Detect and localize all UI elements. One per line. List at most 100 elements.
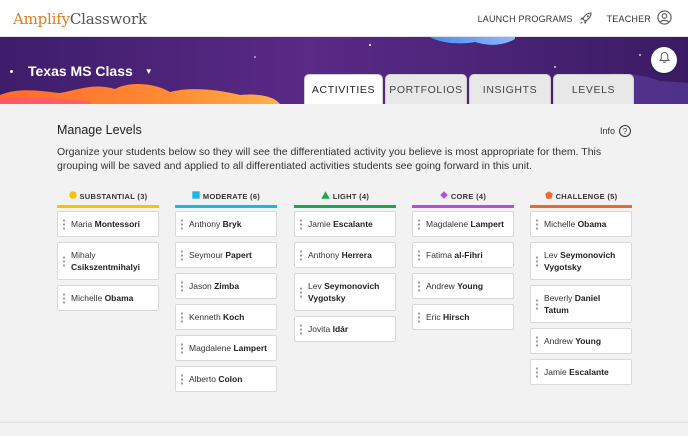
student-last-name: Papert — [225, 250, 252, 260]
student-first-name: Anthony — [308, 250, 340, 260]
student-first-name: Maria — [71, 219, 93, 229]
student-last-name: Herrera — [341, 250, 372, 260]
drag-handle-icon[interactable] — [63, 292, 65, 304]
student-first-name: Andrew — [426, 281, 455, 291]
student-card[interactable]: Lev Seymonovich Vygotsky — [530, 242, 632, 280]
student-first-name: Jamie — [308, 219, 331, 229]
drag-handle-icon[interactable] — [418, 218, 420, 230]
drag-handle-icon[interactable] — [418, 280, 420, 292]
student-last-name: Lampert — [233, 343, 267, 353]
student-card[interactable]: Michelle Obama — [530, 211, 632, 237]
help-circle-icon: ? — [619, 125, 631, 137]
student-card[interactable]: Alberto Colon — [175, 366, 277, 392]
student-last-name: Bryk — [222, 219, 242, 229]
student-card[interactable]: Jamie Escalante — [530, 359, 632, 385]
drag-handle-icon[interactable] — [536, 366, 538, 378]
student-card[interactable]: Jovita Idár — [294, 316, 396, 342]
student-first-name: Magdalene — [189, 343, 232, 353]
level-color-bar — [175, 205, 277, 208]
triangle-icon — [321, 191, 330, 201]
pentagon-icon — [544, 191, 553, 201]
student-card[interactable]: Andrew Young — [530, 328, 632, 354]
bell-icon — [658, 51, 671, 69]
level-header: LIGHT (4) — [294, 189, 396, 203]
tab-portfolios[interactable]: PORTFOLIOS — [385, 74, 467, 104]
drag-handle-icon[interactable] — [181, 311, 183, 323]
launch-programs-button[interactable]: LAUNCH PROGRAMS — [478, 11, 593, 27]
launch-programs-label: LAUNCH PROGRAMS — [477, 13, 573, 24]
diamond-icon — [440, 191, 448, 201]
notifications-button[interactable] — [651, 47, 677, 73]
student-last-name: Koch — [223, 312, 245, 322]
student-last-name: Csikszentmihalyi — [71, 262, 140, 272]
student-card[interactable]: Anthony Bryk — [175, 211, 277, 237]
tab-activities[interactable]: ACTIVITIES — [304, 74, 383, 104]
drag-handle-icon[interactable] — [300, 323, 302, 335]
amplify-logo[interactable]: AmplifyClasswork — [13, 10, 147, 28]
student-card[interactable]: Andrew Young — [412, 273, 514, 299]
drag-handle-icon[interactable] — [536, 335, 538, 347]
user-label: TEACHER — [606, 13, 651, 24]
rocket-icon — [579, 11, 593, 27]
drag-handle-icon[interactable] — [418, 311, 420, 323]
drag-handle-icon[interactable] — [300, 286, 302, 298]
tab-insights[interactable]: INSIGHTS — [469, 74, 551, 104]
student-card[interactable]: Magdalene Lampert — [412, 211, 514, 237]
drag-handle-icon[interactable] — [536, 218, 538, 230]
info-button[interactable]: Info ? — [600, 125, 631, 137]
drag-handle-icon[interactable] — [181, 373, 183, 385]
drag-handle-icon[interactable] — [418, 249, 420, 261]
student-first-name: Fatima — [426, 250, 452, 260]
drag-handle-icon[interactable] — [536, 298, 538, 310]
student-first-name: Magdalene — [426, 219, 469, 229]
student-first-name: Kenneth — [189, 312, 221, 322]
student-card[interactable]: Jason Zimba — [175, 273, 277, 299]
student-card[interactable]: Maria Montessori — [57, 211, 159, 237]
student-card[interactable]: Beverly Daniel Tatum — [530, 285, 632, 323]
level-column: CHALLENGE (5) Michelle Obama Lev Seymonovi… — [530, 189, 632, 390]
student-card[interactable]: Lev Seymonovich Vygotsky — [294, 273, 396, 311]
level-header: MODERATE (6) — [175, 189, 277, 203]
level-color-bar — [412, 205, 514, 208]
drag-handle-icon[interactable] — [300, 218, 302, 230]
student-card[interactable]: Seymour Papert — [175, 242, 277, 268]
drag-handle-icon[interactable] — [63, 255, 65, 267]
student-last-name: Montessori — [94, 219, 140, 229]
level-label: LIGHT (4) — [332, 191, 370, 201]
drag-handle-icon[interactable] — [300, 249, 302, 261]
student-card[interactable]: Mihaly Csikszentmihalyi — [57, 242, 159, 280]
level-color-bar — [530, 205, 632, 208]
student-first-name: Jovita — [308, 324, 331, 334]
student-card[interactable]: Michelle Obama — [57, 285, 159, 311]
drag-handle-icon[interactable] — [181, 249, 183, 261]
student-first-name: Seymour — [189, 250, 224, 260]
drag-handle-icon[interactable] — [181, 342, 183, 354]
student-first-name: Lev — [308, 281, 322, 291]
level-column: LIGHT (4) Jamie Escalante Anthony Herrera L… — [294, 189, 396, 347]
tab-levels[interactable]: LEVELS — [553, 74, 634, 104]
drag-handle-icon[interactable] — [63, 218, 65, 230]
drag-handle-icon[interactable] — [181, 280, 183, 292]
drag-handle-icon[interactable] — [181, 218, 183, 230]
student-card[interactable]: Kenneth Koch — [175, 304, 277, 330]
page-description: Organize your students below so they wil… — [57, 146, 602, 172]
class-selector[interactable]: Texas MS Class ▼ — [28, 63, 153, 79]
student-last-name: Idár — [332, 324, 349, 334]
level-label: CORE (4) — [450, 191, 487, 201]
student-card[interactable]: Fatima al-Fihri — [412, 242, 514, 268]
student-first-name: Anthony — [189, 219, 221, 229]
drag-handle-icon[interactable] — [536, 255, 538, 267]
student-last-name: Zimba — [214, 281, 240, 291]
user-menu-button[interactable]: TEACHER — [607, 10, 672, 27]
student-card[interactable]: Anthony Herrera — [294, 242, 396, 268]
student-card[interactable]: Magdalene Lampert — [175, 335, 277, 361]
student-last-name: Young — [457, 281, 484, 291]
level-label: SUBSTANTIAL (3) — [79, 191, 148, 201]
student-card[interactable]: Eric Hirsch — [412, 304, 514, 330]
student-card[interactable]: Jamie Escalante — [294, 211, 396, 237]
student-first-name: Lev — [544, 250, 558, 260]
student-last-name: Obama — [104, 293, 134, 303]
student-first-name: Jamie — [544, 367, 567, 377]
student-last-name: Escalante — [569, 367, 609, 377]
circle-icon — [68, 191, 77, 201]
